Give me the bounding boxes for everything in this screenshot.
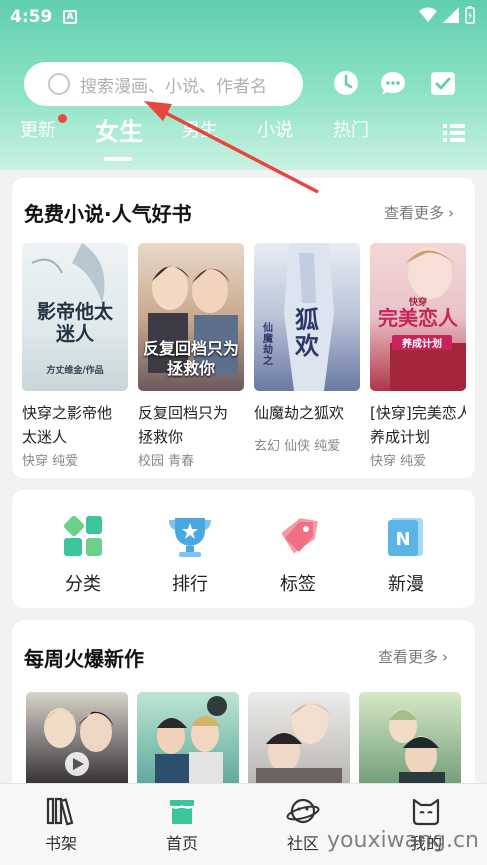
cover-title-text: 反复回档只为拯救你 — [142, 339, 239, 378]
category-entry-tag[interactable]: 标签 — [258, 514, 338, 596]
book-title-line1: 快穿之影帝他 — [22, 404, 113, 422]
cover-art — [389, 709, 445, 788]
book-cover: 影帝他太迷人 方丈维金/作品 — [22, 243, 128, 391]
book-item[interactable]: 反复回档只为拯救你 反复回档只为 拯救你 校园 青春 — [138, 243, 244, 469]
profile-cat-icon — [412, 798, 440, 826]
svg-text:N: N — [395, 529, 410, 550]
notification-app-icon: A — [63, 10, 77, 24]
nav-home[interactable]: 首页 — [142, 796, 222, 854]
book-tags: 快穿 纯爱 — [370, 454, 427, 469]
tab-male[interactable]: 男生 — [182, 116, 218, 142]
chevron-right-icon: › — [442, 648, 449, 666]
category-label: 分类 — [65, 574, 101, 595]
bookshelf-icon — [46, 797, 74, 826]
book-item[interactable]: 影帝他太迷人 方丈维金/作品 快穿之影帝他 太迷人 快穿 纯爱 — [22, 243, 128, 469]
update-red-dot — [58, 114, 67, 123]
book-tags: 快穿 纯爱 — [22, 454, 79, 469]
book-title-line1: 仙魔劫之狐欢 — [254, 404, 345, 422]
checkin-icon[interactable] — [428, 68, 458, 98]
book-title: 反复回档只为 拯救你 — [138, 401, 244, 449]
cover-subtitle-text: 养成计划 — [392, 335, 452, 350]
free-novels-title: 免费小说·人气好书 — [24, 202, 192, 226]
clock-icon[interactable] — [331, 68, 361, 98]
nav-label: 书架 — [44, 834, 77, 853]
category-entry-new-comic[interactable]: N 新漫 — [366, 514, 446, 596]
book-title-line2: 养成计划 — [370, 428, 431, 446]
status-time: 4:59 — [10, 7, 53, 27]
book-title: 快穿之影帝他 太迷人 — [22, 401, 128, 449]
battery-icon — [465, 6, 475, 24]
cover-art — [155, 696, 227, 788]
book-item[interactable]: 快穿 完美恋人 养成计划 [快穿]完美恋人 养成计划 快穿 纯爱 — [370, 243, 476, 469]
chevron-right-icon: › — [448, 204, 455, 222]
new-comic-icon: N — [388, 518, 423, 556]
weekly-comic-cover[interactable] — [137, 692, 239, 788]
cover-art — [256, 700, 342, 788]
search-icon — [48, 73, 70, 95]
book-tags: 校园 青春 — [138, 454, 195, 469]
weekly-hits-title: 每周火爆新作 — [24, 647, 144, 671]
book-title: 仙魔劫之狐欢 — [254, 401, 360, 425]
book-tags: 玄幻 仙侠 纯爱 — [254, 439, 341, 454]
message-icon[interactable] — [378, 68, 408, 98]
category-entry-ranking[interactable]: 排行 — [150, 514, 230, 596]
category-label: 新漫 — [388, 574, 424, 595]
category-label: 标签 — [280, 574, 316, 595]
tab-hot[interactable]: 热门 — [333, 116, 369, 142]
weekly-hits-more-link[interactable]: 查看更多 › — [378, 646, 448, 667]
tag-icon — [281, 518, 318, 554]
search-placeholder: 搜索漫画、小说、作者名 — [80, 76, 267, 97]
wifi-icon — [419, 7, 437, 22]
tab-update[interactable]: 更新 — [20, 116, 56, 142]
book-title-line1: 反复回档只为 — [138, 404, 229, 422]
book-title-line2: 太迷人 — [22, 428, 68, 446]
home-icon — [169, 800, 195, 824]
category-tabs: 更新 女生 男生 小说 热门 — [0, 116, 487, 161]
book-title-line1: [快穿]完美恋人 — [370, 404, 466, 422]
weekly-comic-cover[interactable] — [26, 692, 128, 788]
status-bar: 4:59 A — [0, 0, 487, 34]
watermark-text: youxiwang.cn — [327, 828, 479, 853]
cover-subtitle-text: 方丈维金/作品 — [46, 366, 104, 376]
book-item[interactable]: 狐欢 仙魔劫之 仙魔劫之狐欢 玄幻 仙侠 纯爱 — [254, 243, 360, 454]
menu-icon[interactable] — [443, 124, 465, 142]
cover-title-text: 完美恋人 — [378, 306, 458, 330]
book-cover: 狐欢 仙魔劫之 — [254, 243, 360, 391]
weekly-comic-cover[interactable] — [248, 692, 350, 788]
status-icons — [419, 6, 475, 24]
signal-icon — [443, 7, 459, 23]
more-label: 查看更多 — [384, 204, 445, 222]
search-input[interactable]: 搜索漫画、小说、作者名 — [24, 62, 303, 106]
category-grid-icon — [63, 515, 102, 556]
weekly-comic-cover[interactable] — [359, 692, 461, 788]
tab-novel[interactable]: 小说 — [257, 116, 293, 142]
category-entry-classify[interactable]: 分类 — [43, 514, 123, 596]
nav-bookshelf[interactable]: 书架 — [21, 796, 101, 854]
cover-art — [44, 708, 114, 776]
category-label: 排行 — [172, 574, 208, 595]
cover-title-text: 影帝他太迷人 — [36, 301, 113, 345]
nav-label: 首页 — [165, 834, 198, 853]
tab-female[interactable]: 女生 — [95, 112, 143, 147]
cover-title-text: 狐欢 — [295, 305, 319, 360]
active-tab-indicator — [104, 157, 132, 161]
community-planet-icon — [286, 798, 320, 824]
book-cover: 反复回档只为拯救你 — [138, 243, 244, 391]
more-label: 查看更多 — [378, 648, 439, 666]
book-cover: 快穿 完美恋人 养成计划 — [370, 243, 466, 391]
ranking-trophy-icon — [169, 518, 211, 557]
cover-subtitle-text: 仙魔劫之 — [263, 323, 273, 367]
free-novels-more-link[interactable]: 查看更多 › — [384, 202, 454, 223]
book-title: [快穿]完美恋人 养成计划 — [370, 401, 476, 449]
book-title-line2: 拯救你 — [138, 428, 184, 446]
